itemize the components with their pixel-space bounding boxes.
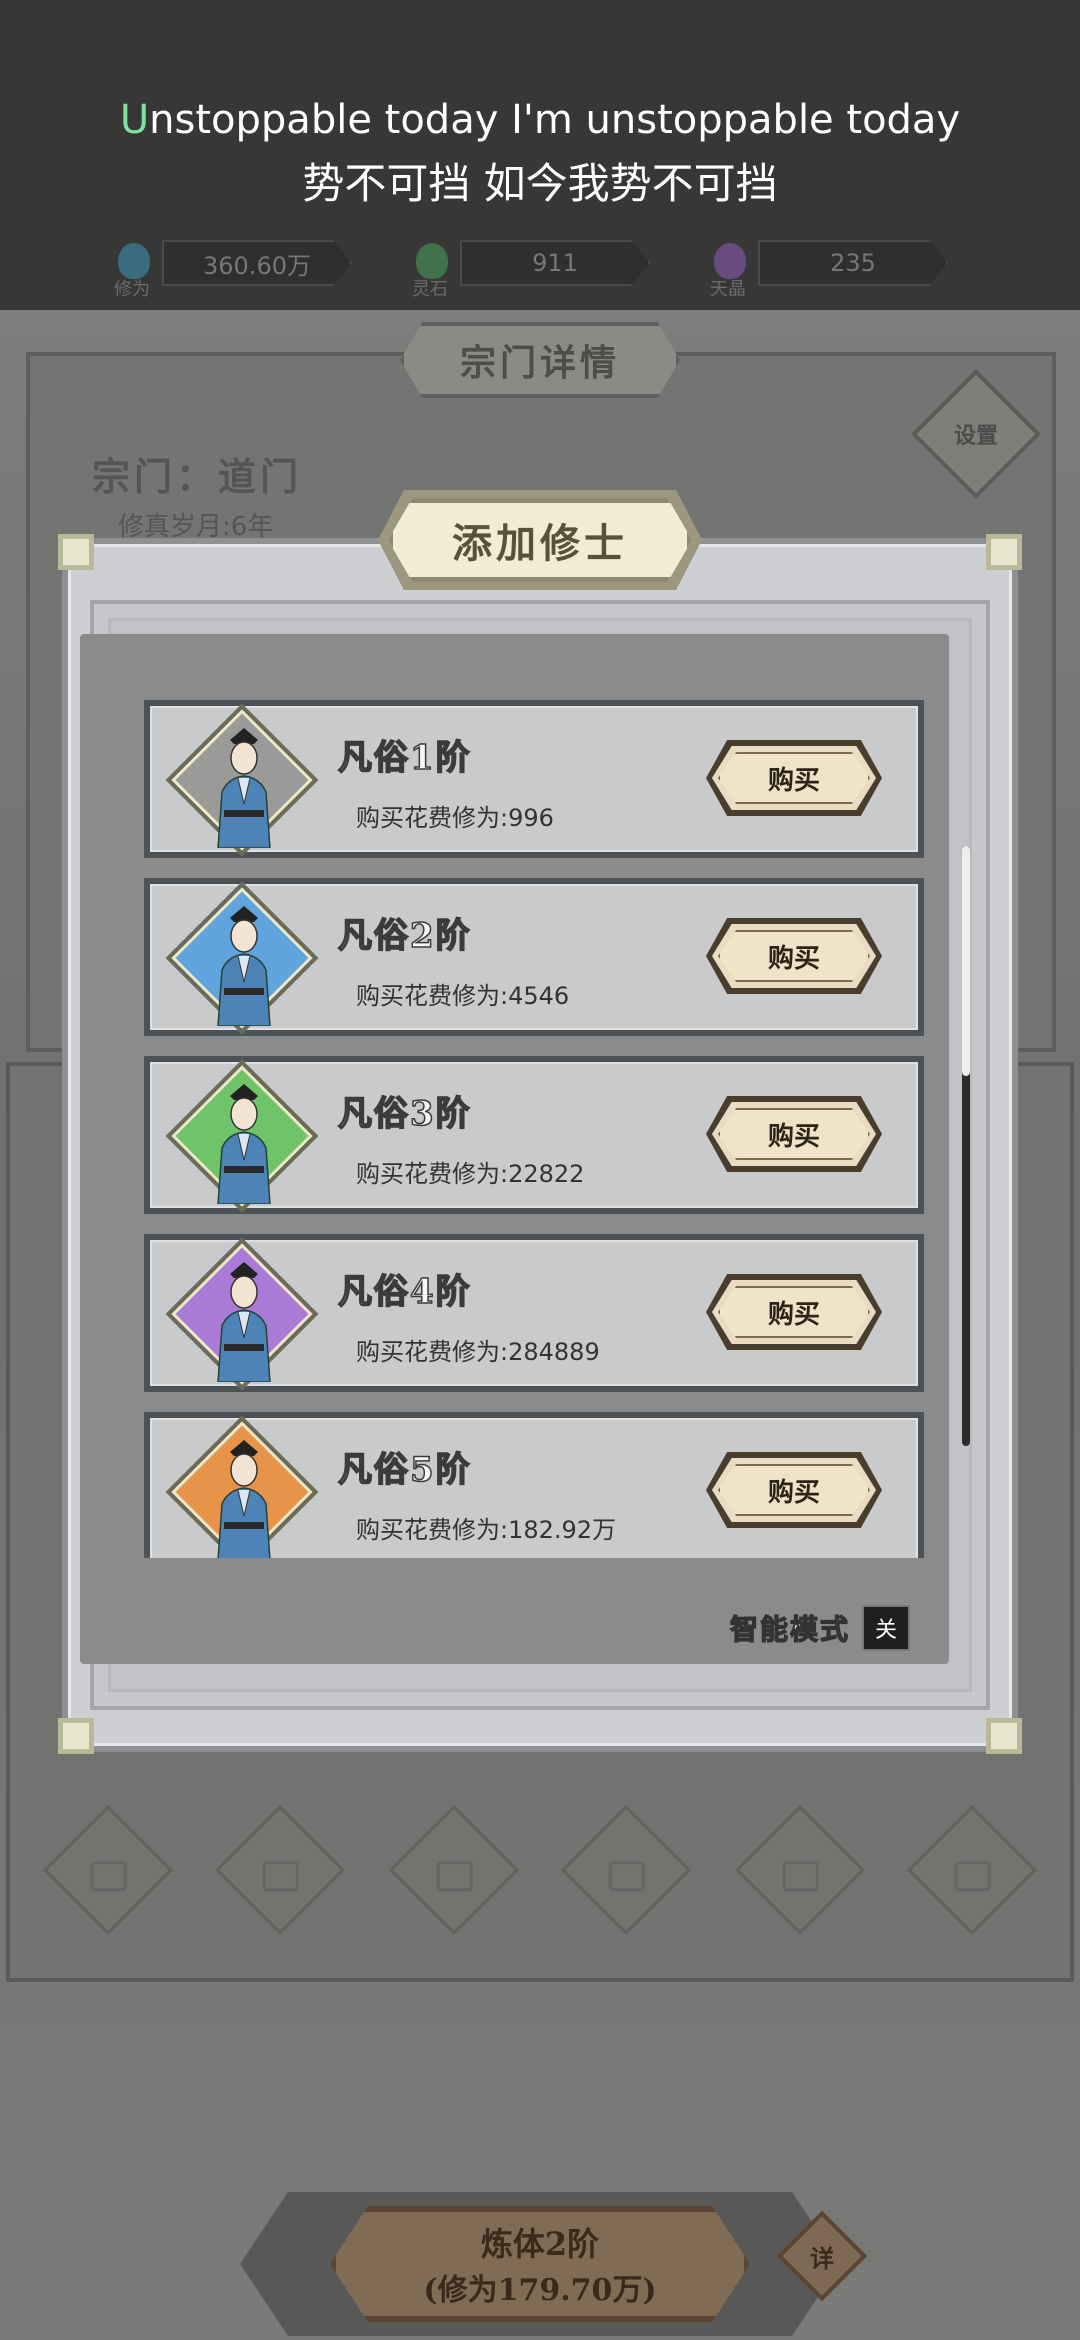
resource-crystal: 天晶 235 xyxy=(708,238,948,300)
resource-value: 360.60万 xyxy=(162,240,352,286)
cost-value: 22822 xyxy=(508,1160,585,1188)
card-body: 凡俗3阶 购买花费修为:22822 购买 xyxy=(150,1059,918,1213)
buy-button[interactable]: 购买 xyxy=(706,1452,882,1528)
spirit-stone-icon: 灵石 xyxy=(410,239,454,300)
body-refining-button[interactable]: 炼体2阶 (修为179.70万) xyxy=(330,2206,750,2322)
lyric-caption: Unstoppable today I'm unstoppable today … xyxy=(0,92,1080,216)
buy-button[interactable]: 购买 xyxy=(706,1096,882,1172)
body-refining-level: 炼体2阶 xyxy=(480,2225,600,2263)
resource-row: 修为 360.60万 灵石 911 天晶 235 xyxy=(0,232,1080,300)
cultivator-cost: 购买花费修为:182.92万 xyxy=(356,1510,616,1545)
detail-label: 详 xyxy=(810,2244,834,2273)
cost-prefix: 购买花费修为: xyxy=(356,1516,509,1544)
settings-label: 设置 xyxy=(953,424,998,449)
card-body: 凡俗2阶 购买花费修为:4546 购买 xyxy=(150,881,918,1035)
cultivator-portrait-icon xyxy=(217,1084,271,1204)
smart-mode-row: 智能模式 关 xyxy=(729,1604,911,1652)
buy-button[interactable]: 购买 xyxy=(706,740,882,816)
sect-details-title: 宗门详情 xyxy=(400,322,680,398)
caption-english: Unstoppable today I'm unstoppable today xyxy=(0,92,1080,148)
cost-prefix: 购买花费修为: xyxy=(356,1338,509,1366)
corner-ornament xyxy=(58,534,94,570)
cultivator-card: 凡俗2阶 购买花费修为:4546 购买 xyxy=(144,878,924,1036)
buy-button[interactable]: 购买 xyxy=(706,1274,882,1350)
cultivator-name: 凡俗3阶 xyxy=(337,1093,472,1135)
cultivator-cost: 购买花费修为:284889 xyxy=(356,1332,600,1367)
cultivator-name: 凡俗4阶 xyxy=(337,1271,472,1313)
cultivator-portrait-icon xyxy=(217,728,271,848)
body-refining-cost: (修为179.70万) xyxy=(423,2273,657,2308)
resource-label: 修为 xyxy=(114,279,150,300)
cultivator-portrait-icon xyxy=(217,906,271,1026)
cultivator-portrait-icon xyxy=(217,1440,271,1558)
sect-name: 宗门：道门 xyxy=(92,454,303,499)
card-body: 凡俗5阶 购买花费修为:182.92万 购买 xyxy=(150,1415,918,1558)
cultivator-name: 凡俗2阶 xyxy=(337,915,472,957)
buy-button-label: 购买 xyxy=(718,930,870,982)
corner-ornament xyxy=(58,1718,94,1754)
cost-value: 284889 xyxy=(508,1338,600,1366)
buy-button-label: 购买 xyxy=(718,1464,870,1516)
cost-prefix: 购买花费修为: xyxy=(356,804,509,832)
cost-prefix: 购买花费修为: xyxy=(356,982,509,1010)
cost-prefix: 购买花费修为: xyxy=(356,1160,509,1188)
cost-value: 996 xyxy=(508,804,554,832)
cultivator-card: 凡俗3阶 购买花费修为:22822 购买 xyxy=(144,1056,924,1214)
resource-label: 天晶 xyxy=(710,279,746,300)
crystal-icon: 天晶 xyxy=(708,239,752,300)
buy-button[interactable]: 购买 xyxy=(706,918,882,994)
resource-value: 911 xyxy=(460,240,650,286)
corner-ornament xyxy=(986,1718,1022,1754)
cultivator-card: 凡俗5阶 购买花费修为:182.92万 购买 xyxy=(144,1412,924,1558)
resource-label: 灵石 xyxy=(412,279,448,300)
card-body: 凡俗1阶 购买花费修为:996 购买 xyxy=(150,703,918,857)
buy-button-label: 购买 xyxy=(718,752,870,804)
cultivator-name: 凡俗1阶 xyxy=(337,737,472,779)
corner-ornament xyxy=(986,534,1022,570)
cultivator-cost: 购买花费修为:996 xyxy=(356,798,554,833)
cultivation-flame-icon: 修为 xyxy=(112,239,156,300)
buy-button-label: 购买 xyxy=(718,1286,870,1338)
cultivator-list[interactable]: 凡俗1阶 购买花费修为:996 购买 凡俗2阶 购买花费修为:4546 购买 凡… xyxy=(144,700,924,1558)
cost-value: 182.92万 xyxy=(508,1516,617,1544)
resource-spirit-stone: 灵石 911 xyxy=(410,238,650,300)
resource-value: 235 xyxy=(758,240,948,286)
cultivator-cost: 购买花费修为:22822 xyxy=(356,1154,584,1189)
cultivator-portrait-icon xyxy=(217,1262,271,1382)
smart-mode-label: 智能模式 xyxy=(729,1612,851,1646)
list-scroll-thumb[interactable] xyxy=(962,846,970,1076)
cultivator-cost: 购买花费修为:4546 xyxy=(356,976,569,1011)
cultivator-card: 凡俗4阶 购买花费修为:284889 购买 xyxy=(144,1234,924,1392)
caption-first-letter: U xyxy=(119,97,150,143)
cultivator-card: 凡俗1阶 购买花费修为:996 购买 xyxy=(144,700,924,858)
dialog-title: 添加修士 xyxy=(388,498,692,582)
card-body: 凡俗4阶 购买花费修为:284889 购买 xyxy=(150,1237,918,1391)
caption-chinese: 势不可挡 如今我势不可挡 xyxy=(302,159,778,208)
cost-value: 4546 xyxy=(508,982,570,1010)
smart-mode-toggle[interactable]: 关 xyxy=(862,1605,911,1651)
resource-cultivation: 修为 360.60万 xyxy=(112,238,352,300)
caption-english-text: nstoppable today I'm unstoppable today xyxy=(149,97,961,143)
buy-button-label: 购买 xyxy=(718,1108,870,1160)
cultivator-name: 凡俗5阶 xyxy=(337,1449,472,1491)
